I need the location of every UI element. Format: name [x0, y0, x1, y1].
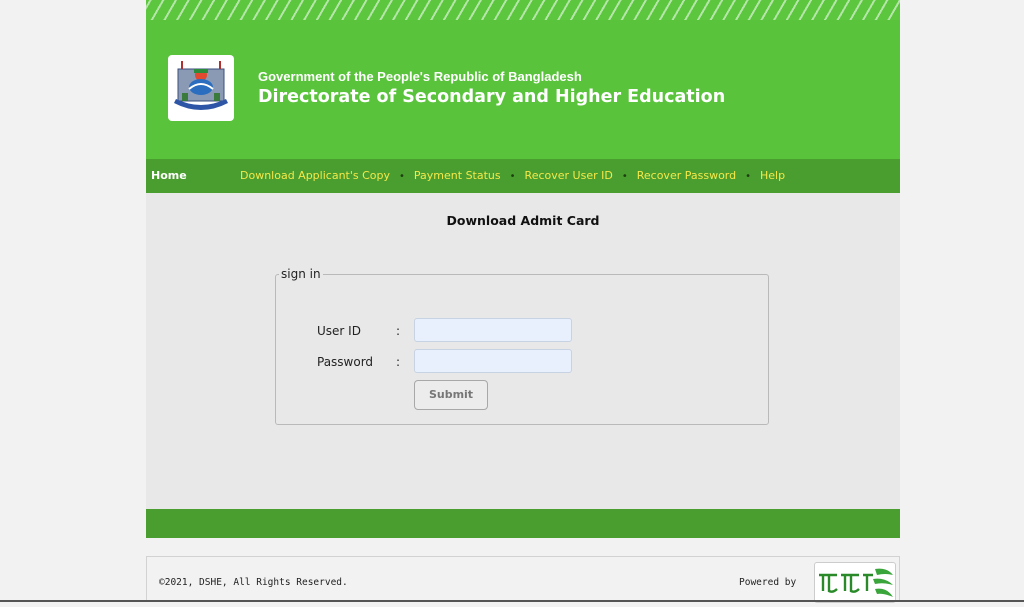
nav-links: Download Applicant's Copy • Payment Status… — [240, 159, 785, 194]
nav-separator: • — [621, 171, 628, 182]
nav-help[interactable]: Help — [760, 169, 785, 182]
top-stripe — [146, 0, 900, 20]
nav-separator: • — [509, 171, 516, 182]
header-titles: Government of the People's Republic of B… — [258, 68, 725, 108]
page-title: Download Admit Card — [446, 213, 600, 228]
footer: ©2021, DSHE, All Rights Reserved. Powere… — [146, 556, 900, 603]
dshe-logo — [168, 55, 234, 121]
government-title: Government of the People's Republic of B… — [258, 69, 582, 84]
page: Government of the People's Republic of B… — [146, 0, 900, 603]
sign-in-legend: sign in — [281, 267, 321, 281]
powered-by-text: Powered by — [739, 577, 797, 588]
teletalk-logo-icon — [819, 568, 893, 597]
teletalk-logo[interactable] — [814, 562, 896, 603]
submit-button[interactable]: Submit — [414, 380, 488, 410]
sign-in-fieldset: sign in User ID : Password : Submit — [275, 267, 769, 425]
user-id-label: User ID — [317, 324, 361, 338]
password-label: Password — [317, 355, 374, 369]
header: Government of the People's Republic of B… — [146, 20, 900, 159]
main-content: Download Admit Card sign in User ID : Pa… — [146, 193, 900, 509]
copyright-text: ©2021, DSHE, All Rights Reserved. — [159, 577, 348, 588]
nav-download-applicants-copy[interactable]: Download Applicant's Copy — [240, 169, 390, 182]
footer-green-bar — [146, 509, 900, 538]
user-id-colon: : — [396, 324, 401, 338]
password-colon: : — [396, 355, 401, 369]
directorate-title: Directorate of Secondary and Higher Educ… — [258, 87, 726, 107]
user-id-input[interactable] — [414, 318, 572, 342]
nav-separator: • — [745, 171, 752, 182]
nav-recover-password[interactable]: Recover Password — [637, 169, 736, 182]
nav-home[interactable]: Home — [151, 159, 187, 193]
nav-payment-status[interactable]: Payment Status — [414, 169, 501, 182]
dshe-seal-icon — [174, 61, 228, 110]
password-input[interactable] — [414, 349, 572, 373]
main-nav: Home Download Applicant's Copy • Payment S… — [146, 159, 900, 193]
nav-separator: • — [399, 171, 405, 182]
nav-recover-user-id[interactable]: Recover User ID — [525, 169, 613, 182]
